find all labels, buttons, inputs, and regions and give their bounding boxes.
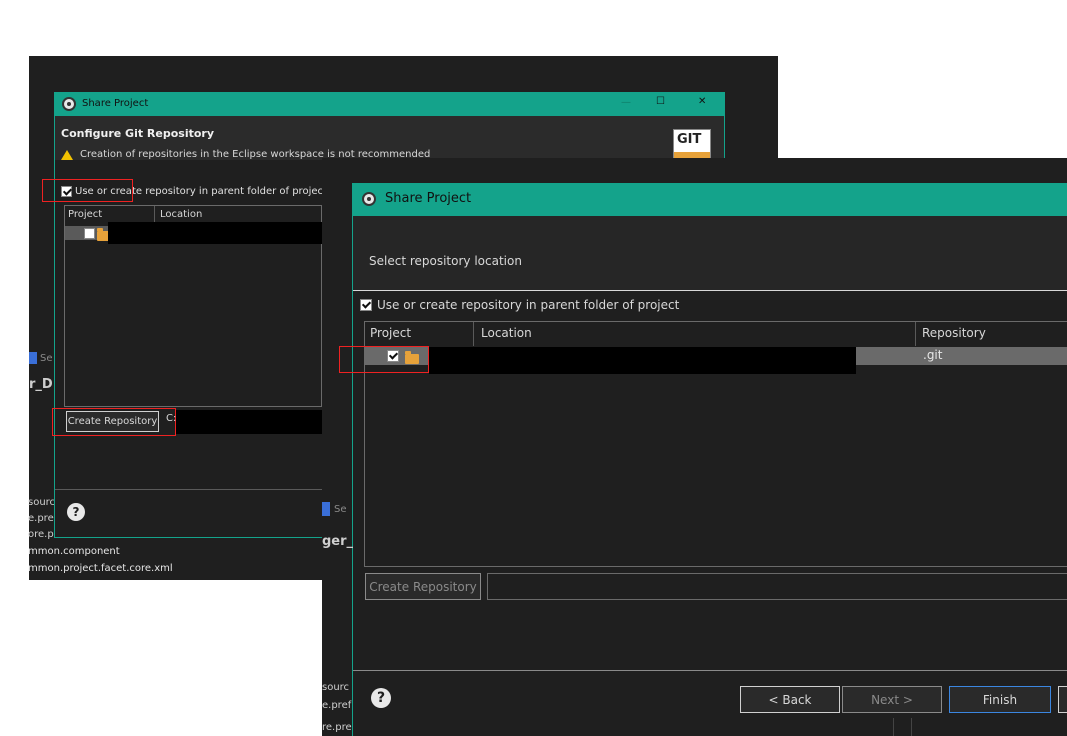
cancel-button[interactable] bbox=[1058, 686, 1067, 713]
repository-path-field[interactable] bbox=[487, 573, 1067, 600]
front-row-repository: .git bbox=[923, 348, 943, 362]
help-icon[interactable]: ? bbox=[371, 688, 391, 708]
front-header-separator bbox=[353, 290, 1067, 291]
back-row-checkbox[interactable] bbox=[84, 228, 95, 239]
front-col-project[interactable]: Project bbox=[370, 326, 411, 340]
next-button[interactable]: Next > bbox=[842, 686, 942, 713]
back-col-project[interactable]: Project bbox=[68, 209, 102, 220]
git-logo-text: GIT bbox=[677, 132, 702, 147]
maximize-button[interactable]: ☐ bbox=[656, 96, 665, 107]
front-eclipse-icon bbox=[362, 192, 376, 206]
back-button[interactable]: < Back bbox=[740, 686, 840, 713]
front-col-location[interactable]: Location bbox=[481, 326, 532, 340]
back-button-label: < Back bbox=[768, 692, 812, 707]
finish-button[interactable]: Finish bbox=[949, 686, 1051, 713]
bg-file-5: mmon.project.facet.core.xml bbox=[28, 563, 173, 574]
warning-icon bbox=[61, 150, 73, 160]
front-col-divider-1 bbox=[473, 322, 474, 346]
front-dialog-titlebar: Share Project bbox=[352, 183, 1067, 216]
bg-file-b2: e.pref bbox=[322, 700, 352, 711]
bg-file-b3: re.pre bbox=[322, 722, 352, 733]
back-col-divider bbox=[154, 206, 155, 222]
back-heading: Configure Git Repository bbox=[61, 127, 215, 140]
back-dialog-titlebar: Share Project — ☐ ✕ bbox=[54, 92, 725, 116]
bg-view-label-2: Se bbox=[334, 504, 347, 515]
bg-file-4: mmon.component bbox=[28, 546, 120, 557]
front-col-divider-2 bbox=[915, 322, 916, 346]
bg-title-fragment-2: ger_ bbox=[322, 534, 354, 549]
back-path-prefix: C: bbox=[166, 413, 177, 424]
back-checkbox-highlight bbox=[42, 179, 133, 202]
minimize-button[interactable]: — bbox=[621, 97, 631, 108]
bg-view-icon-2 bbox=[322, 502, 330, 516]
bg-editor-line-2 bbox=[911, 718, 912, 736]
back-footer-separator bbox=[55, 489, 322, 490]
bg-view-label: Se bbox=[40, 353, 53, 364]
close-button[interactable]: ✕ bbox=[698, 96, 706, 107]
back-create-highlight bbox=[52, 408, 176, 436]
use-parent-checkbox[interactable] bbox=[360, 299, 372, 311]
create-repository-button[interactable]: Create Repository bbox=[365, 573, 481, 600]
front-checkbox-label[interactable]: Use or create repository in parent folde… bbox=[377, 298, 679, 312]
front-col-repository[interactable]: Repository bbox=[922, 326, 986, 340]
next-button-label: Next > bbox=[871, 692, 913, 707]
bg-file-b1: sourc bbox=[322, 682, 350, 693]
back-col-location[interactable]: Location bbox=[160, 209, 202, 220]
front-subtitle: Select repository location bbox=[369, 254, 522, 268]
front-row-highlight bbox=[339, 346, 429, 373]
bg-file-2: e.pref bbox=[28, 513, 58, 524]
bg-file-1: sourc bbox=[28, 497, 56, 508]
front-footer-separator bbox=[353, 670, 1067, 671]
front-header bbox=[353, 216, 1067, 290]
finish-button-label: Finish bbox=[982, 692, 1018, 707]
back-help-icon[interactable]: ? bbox=[67, 503, 85, 521]
eclipse-icon bbox=[62, 97, 76, 111]
back-dialog-title: Share Project bbox=[82, 98, 149, 109]
bg-view-icon bbox=[29, 352, 37, 364]
front-row-redacted bbox=[429, 347, 856, 374]
front-dialog-title: Share Project bbox=[385, 191, 472, 206]
bg-editor-line-1 bbox=[893, 718, 894, 736]
git-logo: GIT bbox=[673, 129, 711, 161]
bg-title-fragment: r_D bbox=[29, 377, 53, 392]
